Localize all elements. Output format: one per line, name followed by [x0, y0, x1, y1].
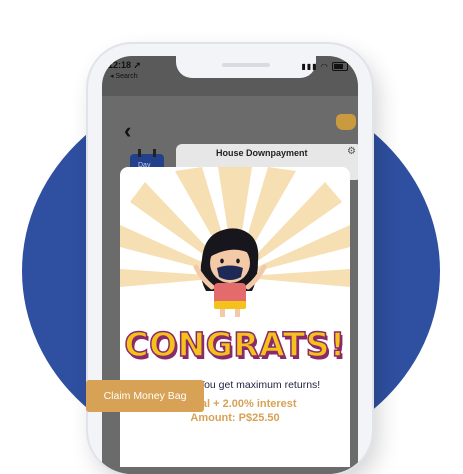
status-time: 12:18 ➚ — [108, 60, 142, 70]
tab-pin — [153, 149, 156, 157]
money-bag-icon[interactable] — [336, 114, 356, 130]
amount-line: Amount: P$25.50 — [190, 412, 280, 424]
phone-notch — [176, 56, 316, 78]
gear-icon[interactable]: ⚙ — [347, 146, 356, 157]
status-back-link[interactable]: ◂ Search — [110, 72, 138, 80]
wifi-icon: ◠ — [320, 62, 329, 71]
speaker-slot — [222, 63, 270, 67]
chevron-left-icon[interactable]: ‹ — [124, 118, 131, 144]
girl-character-icon — [193, 228, 267, 317]
congrats-modal: CONGRATS! Congrats! You get maximum retu… — [120, 167, 350, 467]
claim-money-bag-button[interactable]: Claim Money Bag — [86, 380, 204, 412]
sunburst-illustration — [120, 167, 350, 317]
signal-icon: ▮▮▮ — [301, 62, 318, 71]
goal-title: House Downpayment — [216, 148, 308, 158]
tab-pin — [138, 149, 141, 157]
status-icons: ▮▮▮ ◠ — [301, 62, 348, 72]
congrats-headline: CONGRATS! — [124, 324, 346, 365]
battery-icon — [332, 62, 348, 72]
